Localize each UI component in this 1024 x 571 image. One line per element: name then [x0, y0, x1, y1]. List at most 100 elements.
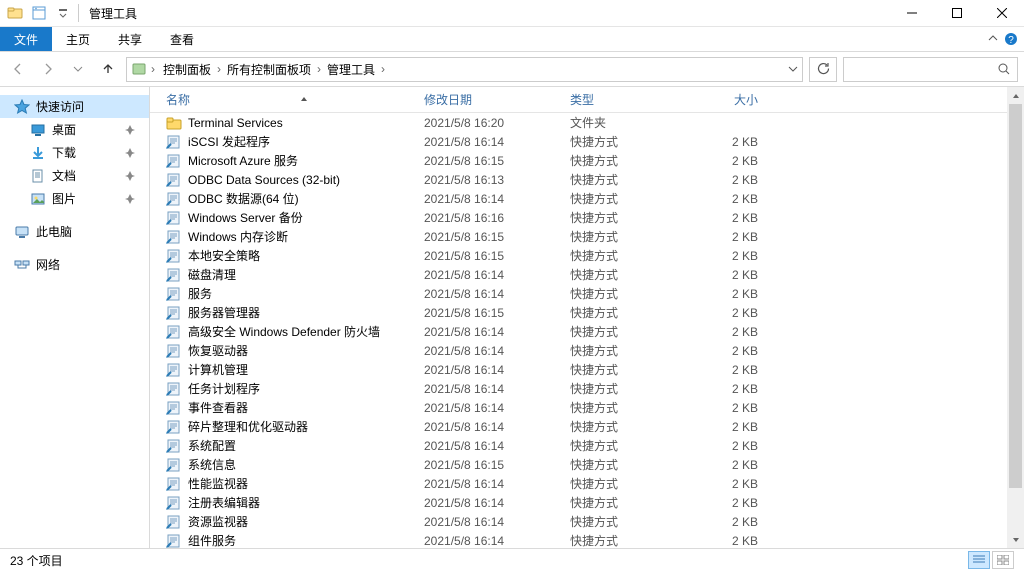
minimize-button[interactable] [889, 0, 934, 27]
nav-quick-item[interactable]: 桌面 [30, 118, 149, 141]
col-header-type[interactable]: 类型 [564, 91, 684, 108]
file-date: 2021/5/8 16:14 [418, 534, 564, 548]
scroll-down-icon[interactable] [1007, 531, 1024, 548]
file-row[interactable]: 服务2021/5/8 16:14快捷方式2 KB [150, 284, 1024, 303]
vertical-scrollbar[interactable] [1007, 87, 1024, 548]
file-date: 2021/5/8 16:14 [418, 439, 564, 453]
file-row[interactable]: 事件查看器2021/5/8 16:14快捷方式2 KB [150, 398, 1024, 417]
nav-forward-button[interactable] [36, 57, 60, 81]
navigation-pane[interactable]: 快速访问 桌面下载文档图片 此电脑 网络 [0, 87, 150, 548]
nav-back-button[interactable] [6, 57, 30, 81]
col-header-name[interactable]: 名称 [160, 91, 418, 108]
svg-text:?: ? [1008, 35, 1014, 46]
ribbon-tab[interactable]: 共享 [104, 27, 156, 51]
breadcrumb-sep-icon[interactable]: › [149, 62, 157, 76]
file-size: 2 KB [684, 287, 764, 301]
file-row[interactable]: Terminal Services2021/5/8 16:20文件夹 [150, 113, 1024, 132]
file-size: 2 KB [684, 173, 764, 187]
ribbon-expand-icon[interactable] [988, 34, 998, 44]
file-row[interactable]: 计算机管理2021/5/8 16:14快捷方式2 KB [150, 360, 1024, 379]
file-row[interactable]: 恢复驱动器2021/5/8 16:14快捷方式2 KB [150, 341, 1024, 360]
nav-this-pc[interactable]: 此电脑 [0, 220, 149, 243]
file-date: 2021/5/8 16:15 [418, 306, 564, 320]
scroll-thumb[interactable] [1009, 104, 1022, 488]
nav-network[interactable]: 网络 [0, 253, 149, 276]
breadcrumb-item[interactable]: 管理工具 [323, 58, 379, 81]
file-row[interactable]: iSCSI 发起程序2021/5/8 16:14快捷方式2 KB [150, 132, 1024, 151]
file-row[interactable]: Microsoft Azure 服务2021/5/8 16:15快捷方式2 KB [150, 151, 1024, 170]
file-type: 快捷方式 [564, 285, 684, 302]
status-item-count: 23 个项目 [10, 552, 63, 569]
view-details-button[interactable] [968, 551, 990, 569]
sort-asc-icon [196, 96, 412, 104]
file-type: 快捷方式 [564, 475, 684, 492]
file-row[interactable]: ODBC 数据源(64 位)2021/5/8 16:14快捷方式2 KB [150, 189, 1024, 208]
file-list[interactable]: Terminal Services2021/5/8 16:20文件夹iSCSI … [150, 113, 1024, 548]
file-row[interactable]: Windows 内存诊断2021/5/8 16:15快捷方式2 KB [150, 227, 1024, 246]
file-type: 快捷方式 [564, 171, 684, 188]
file-row[interactable]: ODBC Data Sources (32-bit)2021/5/8 16:13… [150, 170, 1024, 189]
qat-properties-icon[interactable] [28, 2, 50, 24]
nav-quick-item[interactable]: 图片 [30, 187, 149, 210]
file-size: 2 KB [684, 401, 764, 415]
file-row[interactable]: 资源监视器2021/5/8 16:14快捷方式2 KB [150, 512, 1024, 531]
file-row[interactable]: 任务计划程序2021/5/8 16:14快捷方式2 KB [150, 379, 1024, 398]
ribbon-tab[interactable]: 主页 [52, 27, 104, 51]
nav-quick-item[interactable]: 下载 [30, 141, 149, 164]
breadcrumb-bar[interactable]: › 控制面板›所有控制面板项›管理工具› [126, 57, 803, 82]
nav-item-label: 下载 [52, 144, 76, 161]
file-row[interactable]: 组件服务2021/5/8 16:14快捷方式2 KB [150, 531, 1024, 548]
col-header-date[interactable]: 修改日期 [418, 91, 564, 108]
ribbon-tab-file[interactable]: 文件 [0, 27, 52, 51]
pin-icon [125, 148, 135, 158]
file-row[interactable]: Windows Server 备份2021/5/8 16:16快捷方式2 KB [150, 208, 1024, 227]
file-size: 2 KB [684, 306, 764, 320]
file-name: 系统配置 [188, 437, 236, 454]
file-name: iSCSI 发起程序 [188, 133, 270, 150]
pc-icon [14, 224, 30, 240]
breadcrumb-sep-icon[interactable]: › [215, 62, 223, 76]
file-row[interactable]: 注册表编辑器2021/5/8 16:14快捷方式2 KB [150, 493, 1024, 512]
file-row[interactable]: 高级安全 Windows Defender 防火墙2021/5/8 16:14快… [150, 322, 1024, 341]
file-row[interactable]: 系统信息2021/5/8 16:15快捷方式2 KB [150, 455, 1024, 474]
file-size: 2 KB [684, 477, 764, 491]
breadcrumb-sep-icon[interactable]: › [315, 62, 323, 76]
refresh-button[interactable] [809, 57, 837, 82]
shortcut-icon [166, 495, 182, 511]
breadcrumb-sep-icon[interactable]: › [379, 62, 387, 76]
close-button[interactable] [979, 0, 1024, 27]
view-large-icons-button[interactable] [992, 551, 1014, 569]
breadcrumb-item[interactable]: 所有控制面板项 [223, 58, 315, 81]
nav-up-button[interactable] [96, 57, 120, 81]
file-type: 快捷方式 [564, 418, 684, 435]
scroll-track[interactable] [1007, 104, 1024, 531]
file-row[interactable]: 磁盘清理2021/5/8 16:14快捷方式2 KB [150, 265, 1024, 284]
nav-recent-dropdown[interactable] [66, 57, 90, 81]
file-name: 任务计划程序 [188, 380, 260, 397]
nav-quick-access[interactable]: 快速访问 [0, 95, 149, 118]
maximize-button[interactable] [934, 0, 979, 27]
file-row[interactable]: 系统配置2021/5/8 16:14快捷方式2 KB [150, 436, 1024, 455]
ribbon-tab[interactable]: 查看 [156, 27, 208, 51]
qat-dropdown-icon[interactable] [52, 2, 74, 24]
file-row[interactable]: 性能监视器2021/5/8 16:14快捷方式2 KB [150, 474, 1024, 493]
scroll-up-icon[interactable] [1007, 87, 1024, 104]
status-bar: 23 个项目 [0, 548, 1024, 571]
file-row[interactable]: 服务器管理器2021/5/8 16:15快捷方式2 KB [150, 303, 1024, 322]
breadcrumb-item[interactable]: 控制面板 [159, 58, 215, 81]
file-size: 2 KB [684, 439, 764, 453]
shortcut-icon [166, 419, 182, 435]
ribbon-help-icon[interactable]: ? [1004, 32, 1018, 46]
nav-quick-item[interactable]: 文档 [30, 164, 149, 187]
file-name: 事件查看器 [188, 399, 248, 416]
file-row[interactable]: 本地安全策略2021/5/8 16:15快捷方式2 KB [150, 246, 1024, 265]
search-box[interactable] [843, 57, 1018, 82]
file-date: 2021/5/8 16:16 [418, 211, 564, 225]
file-date: 2021/5/8 16:14 [418, 496, 564, 510]
file-row[interactable]: 碎片整理和优化驱动器2021/5/8 16:14快捷方式2 KB [150, 417, 1024, 436]
col-header-size[interactable]: 大小 [684, 91, 764, 108]
address-dropdown-icon[interactable] [788, 64, 798, 74]
file-date: 2021/5/8 16:14 [418, 382, 564, 396]
qat-folders-icon[interactable] [4, 2, 26, 24]
shortcut-icon [166, 229, 182, 245]
